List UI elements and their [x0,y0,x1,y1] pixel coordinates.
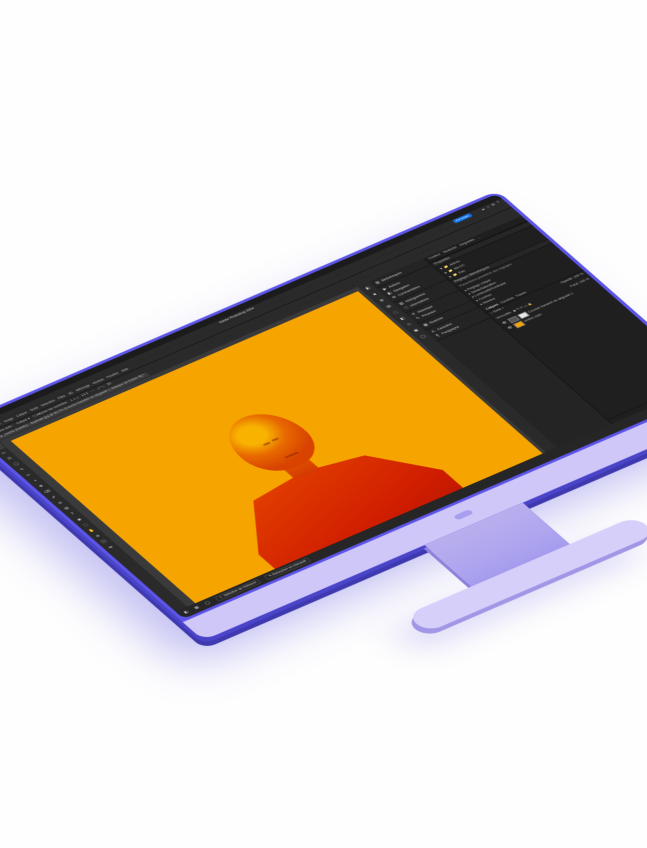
taskbar-icon[interactable]: ◯ [203,601,211,606]
selection-pill[interactable]: ↖Sélection de l'élément [214,579,261,602]
option-label: Sélection auto : [0,424,15,436]
paragraph-icon: ¶ [433,333,441,338]
eyedropper-tool-icon[interactable]: ◑ [27,476,43,485]
library-icon: ▥ [373,280,381,285]
context-taskbar: ◧ ▦ ◯ ↖Sélection de l'élément ✎ Retouche… [175,381,647,618]
frame-tool-icon[interactable]: ✂ [21,470,37,479]
cloud-icon[interactable]: ☁ [479,207,486,211]
panel-icon[interactable]: ◇ [404,321,413,327]
eraser-tool-icon[interactable]: ▤ [58,504,74,513]
help-icon[interactable]: ？ [496,200,503,204]
swatches-icon: ▦ [421,322,429,327]
panel-icon[interactable]: ■ [370,291,378,297]
imac-camera [452,509,473,520]
panel-icon[interactable]: ▤ [383,303,393,310]
marquee-tool-icon[interactable]: ▭ [0,448,11,457]
option-dropdown[interactable]: Calque ▾ [15,417,31,425]
tool-palette: ↖ ▭ ⊡ ◯ ✎ ✂ ◑ ✥ ⌫ ✐ ⎌ ▤ T ◉ ⬚ ✋ ⊕ [0,441,187,611]
panel-icon[interactable]: ⬚ [390,309,400,316]
taskbar-icon[interactable]: ◧ [182,610,189,615]
magic-wand-tool-icon[interactable]: ◯ [8,459,24,468]
panel-icon[interactable]: ◧ [363,285,373,292]
panel-icon[interactable]: ◯ [418,333,428,340]
quickmask-tool-icon[interactable]: ⇆ [103,543,119,552]
retouch-pill[interactable]: ✎ Retoucher en interactif [263,557,311,580]
color-swatch-icon[interactable]: ⬛ [96,537,112,546]
clone-tool-icon[interactable]: ✐ [46,493,62,502]
info-icon: ⓘ [402,305,410,310]
panel-icon[interactable]: ◍ [377,297,386,304]
visibility-icon[interactable]: 👁 [506,325,514,330]
hand-tool-icon[interactable]: ✋ [84,526,100,535]
path-tool-icon[interactable]: ◉ [71,515,87,524]
move-tool-icon[interactable]: ↖ [0,443,5,452]
cursor-icon: ↖ [218,596,224,600]
search-icon[interactable]: ⌕ [485,205,490,209]
heal-tool-icon[interactable]: ✥ [33,482,49,491]
taskbar-icon[interactable]: ▦ [193,605,200,610]
history-brush-tool-icon[interactable]: ⎌ [52,498,68,507]
brush-tool-icon[interactable]: ⌫ [40,487,56,496]
brushes-icon: ✎ [414,316,422,321]
panel-tab[interactable]: … [476,236,482,240]
shape-tool-icon[interactable]: ⬚ [77,520,93,529]
lasso-tool-icon[interactable]: ⊡ [2,454,18,463]
menu-item[interactable]: Image [2,417,14,423]
gear-icon[interactable]: ⚙ [490,203,496,207]
layers-footer: ⊕ fx ◐ ▭ 📁 🗑 [607,377,647,423]
panel-icon[interactable]: ◧ [397,315,407,322]
zoom-tool-icon[interactable]: ⊕ [90,531,106,540]
imac-chin [182,389,647,640]
type-tool-icon[interactable]: T [65,509,81,518]
crop-tool-icon[interactable]: ✎ [14,465,30,474]
panel-icon[interactable]: ▣ [411,327,421,334]
comments-icon: ✉ [390,295,398,300]
menu-item[interactable]: Édition [0,422,2,429]
